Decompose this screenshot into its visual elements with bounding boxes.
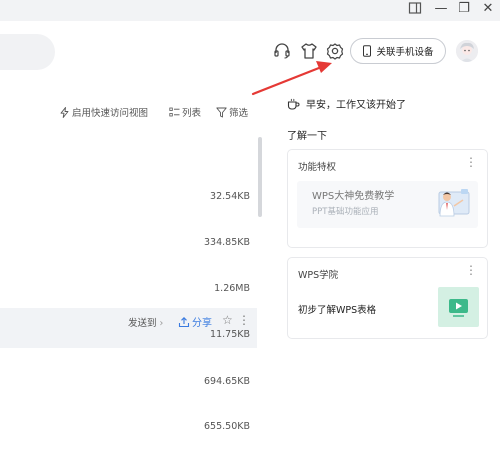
- chevron-right-icon: ›: [159, 318, 164, 329]
- share-icon: [178, 316, 190, 327]
- more-icon[interactable]: ⋮: [465, 264, 477, 276]
- list-view-button[interactable]: 列表: [169, 104, 201, 120]
- greeting: 早安，工作又该开始了: [287, 96, 406, 111]
- close-icon[interactable]: ✕: [480, 1, 496, 17]
- phone-icon: [363, 45, 372, 57]
- send-to-label: 发送到: [128, 318, 157, 329]
- file-size: 655.50KB: [204, 421, 250, 432]
- title-bar: [0, 0, 500, 21]
- list-label: 列表: [182, 108, 202, 119]
- learn-more-heading: 了解一下: [287, 131, 327, 142]
- more-icon[interactable]: ⋮: [238, 313, 250, 327]
- file-size: 694.65KB: [204, 376, 250, 387]
- card-title: 功能特权: [298, 162, 337, 173]
- connect-phone-button[interactable]: 关联手机设备: [350, 38, 446, 64]
- greeting-text: 早安，工作又该开始了: [306, 100, 406, 111]
- search-input[interactable]: [0, 34, 55, 70]
- wps-academy-card[interactable]: WPS学院 ⋮ 初步了解WPS表格: [287, 257, 488, 339]
- lightning-icon: [60, 106, 69, 118]
- banner-subtitle: PPT基础功能应用: [312, 207, 379, 217]
- play-video-icon: [449, 299, 468, 317]
- filter-icon: [216, 107, 227, 117]
- course-item-label[interactable]: 初步了解WPS表格: [298, 302, 376, 316]
- quick-view-label: 启用快速访问视图: [72, 108, 149, 119]
- annotation-arrow: [251, 61, 332, 96]
- teacher-illustration: [438, 189, 470, 217]
- list-icon: [169, 107, 180, 116]
- star-icon[interactable]: ☆: [222, 313, 233, 327]
- restore-icon[interactable]: ❐: [456, 1, 472, 17]
- feature-privilege-card[interactable]: 功能特权 ⋮ WPS大神免费教学 PPT基础功能应用: [287, 149, 488, 248]
- quick-view-toggle[interactable]: 启用快速访问视图: [59, 104, 148, 120]
- tutorial-banner[interactable]: WPS大神免费教学 PPT基础功能应用: [297, 181, 478, 228]
- filter-button[interactable]: 筛选: [216, 104, 248, 120]
- avatar[interactable]: [456, 40, 478, 62]
- file-size: 1.26MB: [214, 283, 250, 294]
- banner-title: WPS大神免费教学: [312, 191, 395, 202]
- send-to-button[interactable]: 发送到 ›: [128, 315, 163, 329]
- file-size: 11.75KB: [210, 329, 250, 340]
- share-button[interactable]: 分享: [178, 314, 212, 329]
- panel-icon[interactable]: [407, 1, 423, 17]
- card-title: WPS学院: [298, 270, 339, 281]
- filter-label: 筛选: [229, 108, 249, 119]
- file-size: 32.54KB: [210, 191, 250, 202]
- coffee-icon: [287, 98, 300, 110]
- share-label: 分享: [192, 318, 212, 329]
- scrollbar[interactable]: [258, 137, 262, 217]
- more-icon[interactable]: ⋮: [465, 156, 477, 168]
- video-thumbnail[interactable]: [438, 287, 479, 327]
- minimize-icon[interactable]: —: [433, 1, 449, 17]
- connect-phone-label: 关联手机设备: [376, 47, 434, 58]
- file-size: 334.85KB: [204, 237, 250, 248]
